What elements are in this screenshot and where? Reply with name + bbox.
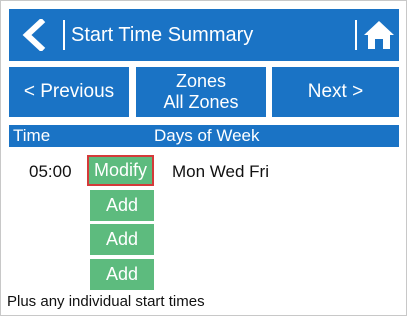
zones-value: All Zones (163, 92, 239, 112)
previous-button[interactable]: < Previous (9, 67, 129, 117)
screen-frame: Start Time Summary < Previous Zones All … (0, 0, 407, 316)
zones-button[interactable]: Zones All Zones (136, 67, 266, 117)
header-divider (63, 20, 65, 50)
home-button[interactable] (359, 9, 399, 61)
start-time-value: 05:00 (29, 162, 72, 181)
add-button[interactable]: Add (90, 224, 154, 255)
next-button[interactable]: Next > (272, 67, 399, 117)
chevron-left-icon (22, 19, 46, 51)
page-title: Start Time Summary (71, 24, 254, 46)
days-of-week-value: Mon Wed Fri (172, 162, 269, 181)
footer-note: Plus any individual start times (7, 293, 205, 310)
back-button[interactable] (9, 9, 57, 61)
column-header-days: Days of Week (154, 126, 260, 145)
header-divider (355, 20, 357, 50)
home-icon (364, 21, 394, 49)
modify-button[interactable]: Modify (87, 155, 154, 186)
column-header-time: Time (13, 126, 51, 145)
zones-label: Zones (175, 71, 227, 91)
title-bar: Start Time Summary (9, 9, 399, 61)
add-button[interactable]: Add (90, 190, 154, 221)
add-button[interactable]: Add (90, 259, 154, 290)
table-header: Time Days of Week (9, 125, 399, 147)
